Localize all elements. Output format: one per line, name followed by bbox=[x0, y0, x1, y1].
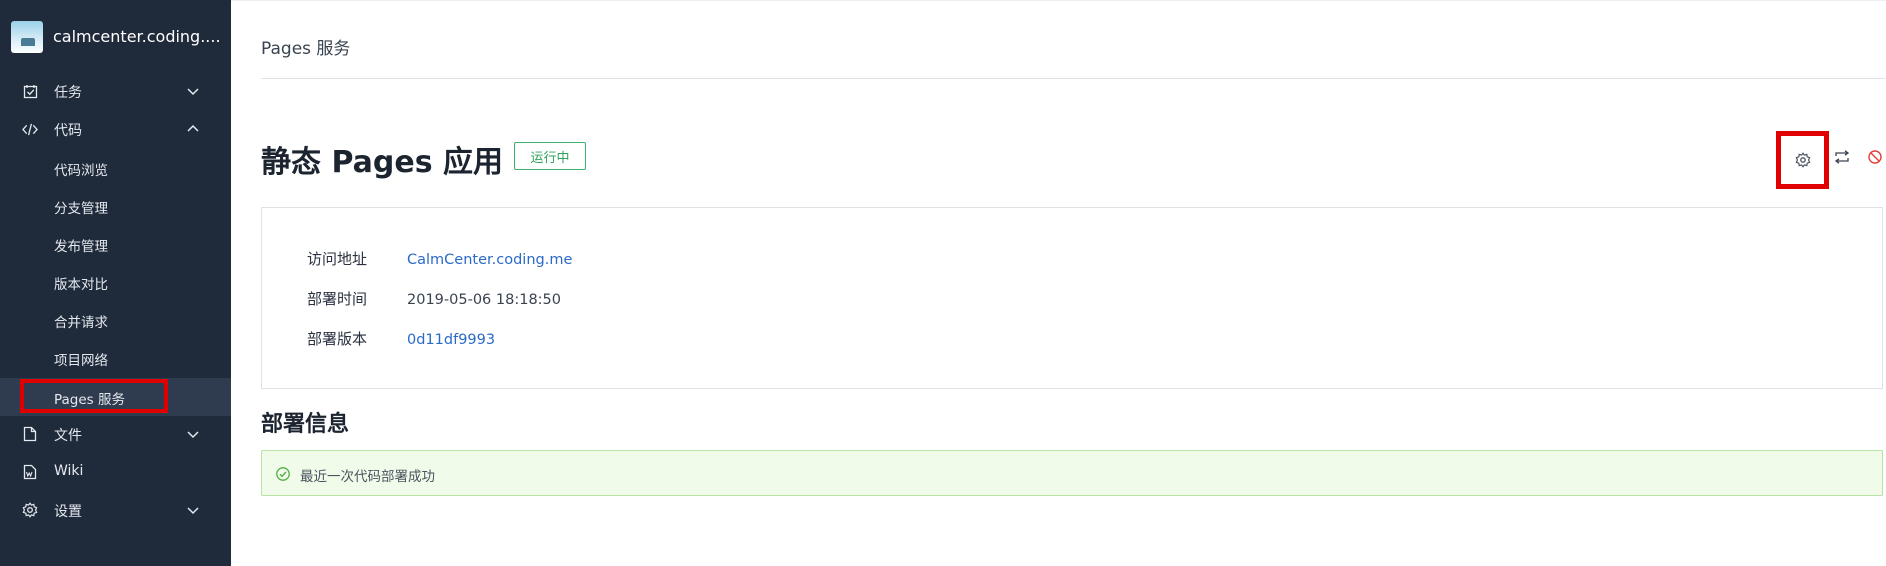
sidebar-subitem-label: 发布管理 bbox=[54, 239, 108, 255]
commit-link[interactable]: 0d11df9993 bbox=[407, 332, 495, 348]
page-title: 静态 Pages 应用 bbox=[261, 145, 503, 180]
status-badge: 运行中 bbox=[514, 142, 586, 170]
info-row-deploy-time: 部署时间 2019-05-06 18:18:50 bbox=[307, 288, 561, 309]
success-message: 最近一次代码部署成功 bbox=[300, 469, 435, 485]
sidebar-subitem-label: 代码浏览 bbox=[54, 163, 108, 179]
sidebar-subitem-releases[interactable]: 发布管理 bbox=[0, 225, 231, 263]
breadcrumb: Pages 服务 bbox=[261, 39, 351, 59]
sidebar-subitem-label: 分支管理 bbox=[54, 201, 108, 217]
sidebar-subitem-compare[interactable]: 版本对比 bbox=[0, 263, 231, 301]
sidebar-item-label: 文件 bbox=[54, 428, 82, 444]
check-circle-icon bbox=[276, 467, 290, 481]
sidebar: calmcenter.coding.... 任务 代码 代码浏览 分支管理 发布… bbox=[0, 0, 231, 566]
project-logo bbox=[11, 21, 43, 53]
sidebar-subitem-label: 项目网络 bbox=[54, 353, 108, 369]
info-row-url: 访问地址 CalmCenter.coding.me bbox=[307, 248, 572, 269]
sidebar-subitem-code-browse[interactable]: 代码浏览 bbox=[0, 149, 231, 187]
code-icon bbox=[22, 121, 38, 137]
breadcrumb-divider bbox=[261, 78, 1885, 79]
sidebar-item-settings[interactable]: 设置 bbox=[0, 491, 231, 529]
info-key: 部署版本 bbox=[307, 330, 368, 348]
project-name: calmcenter.coding.... bbox=[53, 27, 221, 46]
section-title: 部署信息 bbox=[261, 412, 350, 437]
sidebar-subitem-label: 版本对比 bbox=[54, 277, 108, 293]
chevron-up-icon bbox=[187, 124, 199, 132]
sidebar-item-label: 设置 bbox=[54, 504, 82, 520]
sidebar-item-wiki[interactable]: Wiki bbox=[0, 453, 231, 491]
gear-icon bbox=[22, 502, 38, 518]
sidebar-item-label: 任务 bbox=[54, 85, 82, 101]
project-header[interactable]: calmcenter.coding.... bbox=[0, 0, 231, 74]
sidebar-subitem-pages[interactable]: Pages 服务 bbox=[0, 378, 231, 416]
chevron-down-icon bbox=[187, 88, 199, 96]
chevron-down-icon bbox=[187, 431, 199, 439]
info-row-deploy-version: 部署版本 0d11df9993 bbox=[307, 328, 495, 349]
main-content: Pages 服务 静态 Pages 应用 运行中 访问地址 CalmCenter.… bbox=[231, 0, 1886, 566]
gear-icon bbox=[1795, 152, 1810, 168]
disable-icon bbox=[1868, 150, 1882, 164]
sidebar-subitem-label: Pages 服务 bbox=[54, 392, 126, 408]
sidebar-item-code[interactable]: 代码 bbox=[0, 110, 231, 148]
sidebar-item-tasks[interactable]: 任务 bbox=[0, 72, 231, 110]
sidebar-item-label: 代码 bbox=[54, 123, 82, 139]
chevron-down-icon bbox=[187, 507, 199, 515]
disable-button[interactable] bbox=[1866, 148, 1884, 166]
settings-button[interactable] bbox=[1776, 131, 1829, 189]
checkbox-icon bbox=[22, 83, 38, 99]
sidebar-subitem-network[interactable]: 项目网络 bbox=[0, 339, 231, 377]
deploy-time-value: 2019-05-06 18:18:50 bbox=[407, 292, 561, 308]
info-panel: 访问地址 CalmCenter.coding.me 部署时间 2019-05-06 … bbox=[261, 207, 1883, 389]
success-alert: 最近一次代码部署成功 bbox=[261, 450, 1883, 496]
info-key: 部署时间 bbox=[307, 290, 368, 308]
site-url-link[interactable]: CalmCenter.coding.me bbox=[407, 252, 572, 268]
sidebar-item-files[interactable]: 文件 bbox=[0, 415, 231, 453]
sidebar-item-label: Wiki bbox=[54, 463, 84, 479]
swap-icon bbox=[1834, 150, 1850, 164]
wiki-icon bbox=[22, 464, 38, 480]
file-icon bbox=[22, 426, 38, 442]
sidebar-subitem-label: 合并请求 bbox=[54, 315, 108, 331]
swap-button[interactable] bbox=[1833, 148, 1851, 166]
info-key: 访问地址 bbox=[307, 250, 368, 268]
sidebar-subitem-merge-requests[interactable]: 合并请求 bbox=[0, 301, 231, 339]
top-divider bbox=[231, 0, 1886, 1]
sidebar-subitem-branches[interactable]: 分支管理 bbox=[0, 187, 231, 225]
